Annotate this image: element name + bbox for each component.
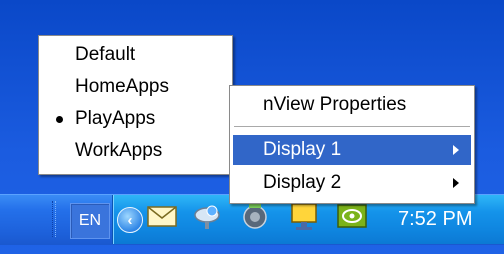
monitor-icon[interactable]	[287, 199, 321, 233]
menu-separator	[234, 126, 470, 128]
menu-item-label: Display 1	[263, 139, 342, 160]
radio-bullet-icon	[56, 116, 63, 123]
menu-item-label: nView Properties	[263, 94, 407, 115]
mail-envelope-icon[interactable]	[145, 199, 179, 233]
menu-item-label: HomeApps	[75, 76, 169, 97]
language-label: EN	[78, 212, 102, 229]
menu-item-workapps[interactable]: WorkApps	[39, 138, 232, 164]
menu-item-nview-properties[interactable]: nView Properties	[230, 90, 474, 120]
menu-item-label: Display 2	[263, 172, 342, 193]
audio-speaker-icon[interactable]	[238, 199, 272, 233]
expand-chevron-icon[interactable]: ‹	[117, 207, 143, 233]
menu-item-label: Default	[75, 44, 136, 65]
nvidia-icon[interactable]	[335, 199, 369, 233]
taskbar-grip[interactable]	[52, 201, 56, 237]
menu-item-playapps[interactable]: PlayApps	[39, 106, 232, 132]
menu-item-display-1[interactable]: Display 1	[233, 135, 471, 165]
clock[interactable]: 7:52 PM	[398, 203, 488, 235]
clock-time: 7:52 PM	[398, 207, 473, 230]
profile-menu: Default HomeApps PlayApps WorkApps	[38, 35, 233, 175]
menu-item-default[interactable]: Default	[39, 42, 232, 68]
menu-item-label: PlayApps	[75, 108, 156, 129]
network-globe-icon[interactable]	[190, 199, 224, 233]
submenu-arrow-icon	[453, 145, 459, 155]
menu-item-homeapps[interactable]: HomeApps	[39, 74, 232, 100]
language-indicator[interactable]: EN	[70, 203, 110, 239]
nview-menu: nView Properties Display 1 Display 2	[229, 85, 475, 204]
submenu-arrow-icon	[453, 178, 459, 188]
menu-item-label: WorkApps	[75, 140, 163, 161]
menu-item-display-2[interactable]: Display 2	[230, 168, 474, 198]
